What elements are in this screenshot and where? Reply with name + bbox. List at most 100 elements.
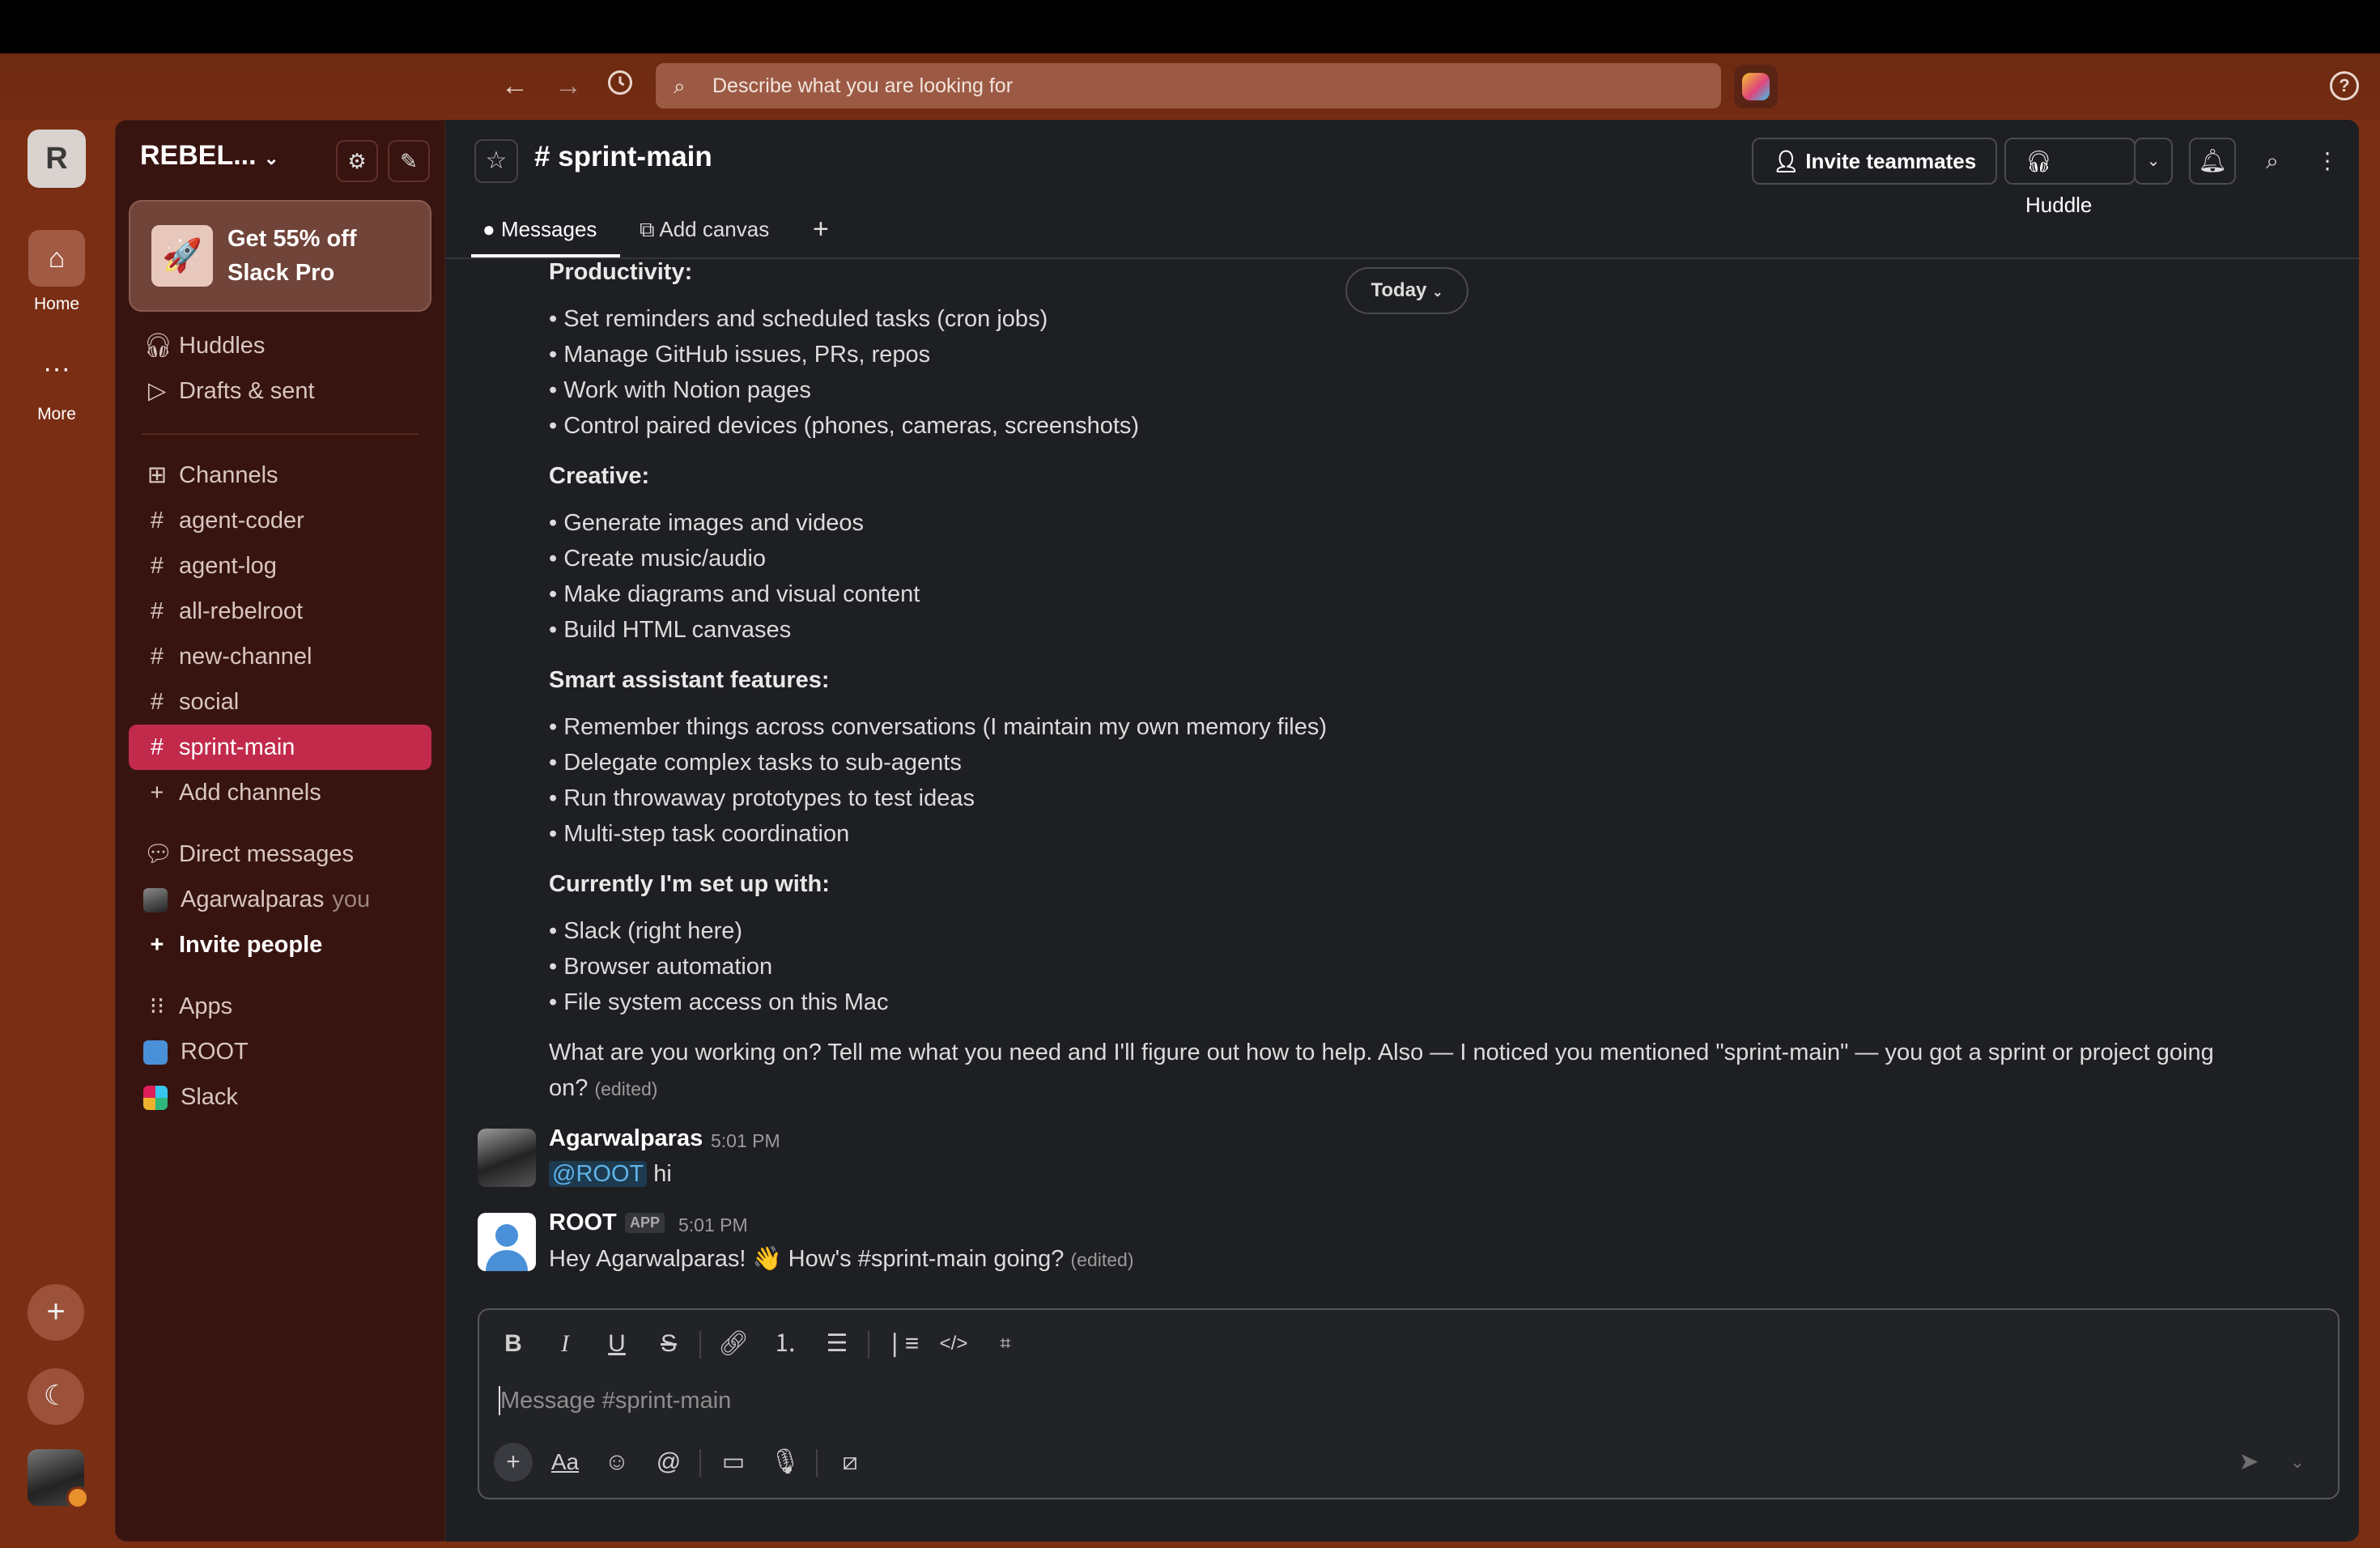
tab-messages[interactable]: ●︎ Messages (471, 211, 620, 257)
sidebar-dm-agarwalparas[interactable]: Agarwalparas you (129, 877, 431, 922)
help-icon[interactable]: ? (2330, 71, 2359, 100)
message-line: • Build HTML canvases (549, 617, 792, 643)
compose-icon[interactable]: ✎ (388, 140, 430, 182)
sidebar-item-sprint-main[interactable]: # sprint-main (129, 725, 431, 770)
send-options-chevron-down-icon[interactable]: ⌄ (2278, 1443, 2317, 1482)
rail-more[interactable]: ··· More (0, 340, 113, 424)
slash-command-icon[interactable]: ⧄ (831, 1443, 869, 1482)
channels-icon: ⊞ (147, 462, 168, 488)
message-input[interactable]: Message #sprint-main (500, 1388, 731, 1414)
sidebar-apps-header[interactable]: ⁝⁝ Apps (129, 984, 431, 1029)
workspace-rail: R ⌂ Home ··· More + ☾ (0, 120, 113, 1548)
invite-teammates-button[interactable]: 👤︎ Invite teammates (1752, 138, 1998, 185)
apps-grid-icon: ⁝⁝ (149, 993, 165, 1019)
slack-logo-icon (143, 1086, 168, 1111)
bell-icon[interactable]: 🔔︎ (2189, 138, 2236, 185)
slack-ai-icon (1742, 73, 1770, 100)
message-line: • Slack (right here) (549, 918, 743, 944)
huddle-button[interactable]: 🎧︎ Huddle (2004, 138, 2136, 217)
send-icon: ▷ (147, 378, 167, 404)
sidebar-item-new-channel[interactable]: # new-channel (129, 634, 431, 679)
message-line: • Remember things across conversations (… (549, 714, 1328, 740)
message-line: • Run throwaway prototypes to test ideas (549, 785, 975, 811)
dm-avatar (143, 888, 168, 913)
avatar[interactable] (478, 1213, 536, 1271)
message-heading: Creative: (549, 463, 650, 489)
sidebar-item-agent-coder[interactable]: # agent-coder (129, 498, 431, 543)
search-placeholder: Describe what you are looking for (712, 74, 1014, 97)
forward-arrow-icon[interactable]: → (550, 68, 586, 104)
hash-icon: # (150, 508, 164, 534)
star-icon[interactable]: ☆ (474, 139, 518, 183)
search-input[interactable]: ⌕ Describe what you are looking for (656, 63, 1721, 108)
message-line: Hey Agarwalparas! 👋 How's #sprint-main g… (549, 1246, 1134, 1272)
toolbar-divider (816, 1449, 818, 1477)
message-line: • Work with Notion pages (549, 377, 811, 403)
workspace-name[interactable]: REBEL... ⌄ (140, 140, 278, 172)
sidebar-channels-header[interactable]: ⊞ Channels (129, 453, 431, 498)
bulleted-list-icon[interactable]: ☰ (818, 1325, 856, 1363)
strikethrough-icon[interactable]: S (649, 1325, 688, 1363)
date-divider-pill[interactable]: Today ⌄ (1345, 267, 1468, 314)
mention-at-icon[interactable]: @ (649, 1443, 688, 1482)
rail-home[interactable]: ⌂ Home (0, 230, 113, 314)
ai-assistant-button[interactable] (1734, 65, 1778, 108)
avatar[interactable] (478, 1129, 536, 1187)
message-timestamp[interactable]: 5:01 PM (678, 1214, 748, 1236)
message-author[interactable]: Agarwalparas (549, 1125, 703, 1152)
sidebar-item-drafts[interactable]: ▷ Drafts & sent (129, 368, 431, 414)
history-icon[interactable] (602, 68, 638, 104)
huddle-chevron-down-icon[interactable]: ⌄ (2134, 138, 2173, 185)
kebab-menu-icon[interactable]: ⋮ (2304, 138, 2351, 185)
message-author[interactable]: ROOT (549, 1210, 617, 1236)
emoji-icon[interactable]: ☺ (597, 1443, 636, 1482)
headphones-icon: 🎧︎ (2025, 149, 2053, 173)
gear-icon[interactable]: ⚙ (336, 140, 378, 182)
headphones-icon: 🎧︎ (143, 333, 173, 359)
create-new-button[interactable]: + (28, 1284, 84, 1341)
canvas-icon: ⧉ (640, 217, 660, 241)
sidebar-app-slack[interactable]: Slack (129, 1074, 431, 1120)
sidebar-item-social[interactable]: # social (129, 679, 431, 725)
bold-icon[interactable]: B (494, 1325, 533, 1363)
channel-sidebar: REBEL... ⌄ ⚙ ✎ 🚀 Get 55% off Slack Pro 🎧︎… (115, 120, 445, 1542)
microphone-icon[interactable]: 🎙︎ (766, 1443, 805, 1482)
tab-add-canvas[interactable]: ⧉ Add canvas (640, 211, 769, 257)
rail-home-label: Home (33, 295, 80, 313)
mention-root[interactable]: @ROOT (549, 1161, 648, 1187)
send-icon[interactable]: ➤ (2229, 1443, 2268, 1482)
add-tab-plus-icon[interactable]: + (813, 211, 829, 257)
blockquote-icon[interactable]: ❘≡ (882, 1325, 921, 1363)
formatting-toggle[interactable]: Aa (546, 1443, 584, 1482)
message-line: What are you working on? Tell me what yo… (549, 1040, 2214, 1065)
sidebar-divider (142, 433, 419, 435)
sidebar-dm-header[interactable]: 💬︎ Direct messages (129, 831, 431, 877)
underline-icon[interactable]: U (597, 1325, 636, 1363)
sidebar-app-root[interactable]: ROOT (129, 1029, 431, 1074)
edited-label: (edited) (1070, 1249, 1134, 1270)
code-block-icon[interactable]: ⌗ (986, 1325, 1025, 1363)
promo-card[interactable]: 🚀 Get 55% off Slack Pro (129, 200, 431, 312)
invite-people-button[interactable]: + Invite people (129, 922, 431, 968)
workspace-switcher[interactable]: R (28, 130, 86, 188)
message-timestamp[interactable]: 5:01 PM (711, 1130, 780, 1152)
back-arrow-icon[interactable]: ← (497, 68, 533, 104)
sidebar-item-all-rebelroot[interactable]: # all-rebelroot (129, 589, 431, 634)
add-channels-button[interactable]: + Add channels (129, 770, 431, 815)
italic-icon[interactable]: I (546, 1325, 584, 1363)
channel-title[interactable]: # sprint-main (534, 141, 712, 173)
sidebar-item-huddles[interactable]: 🎧︎ Huddles (129, 323, 431, 368)
attach-plus-icon[interactable]: + (494, 1443, 533, 1482)
numbered-list-icon[interactable]: ⒈ (766, 1325, 805, 1363)
add-person-icon: 👤︎ (1773, 149, 1806, 173)
moon-icon[interactable]: ☾ (28, 1368, 84, 1425)
code-icon[interactable]: </> (934, 1325, 973, 1363)
link-icon[interactable]: 🔗︎ (714, 1325, 753, 1363)
plus-icon: + (150, 932, 164, 958)
sidebar-item-agent-log[interactable]: # agent-log (129, 543, 431, 589)
search-icon: ⌕ (674, 74, 686, 98)
user-avatar[interactable] (28, 1449, 89, 1509)
video-icon[interactable]: ▭ (714, 1443, 753, 1482)
search-icon[interactable]: ⌕ (2249, 138, 2296, 185)
message-composer: B I U S 🔗︎ ⒈ ☰ ❘≡ </> ⌗ Message #sprint-… (478, 1308, 2340, 1499)
